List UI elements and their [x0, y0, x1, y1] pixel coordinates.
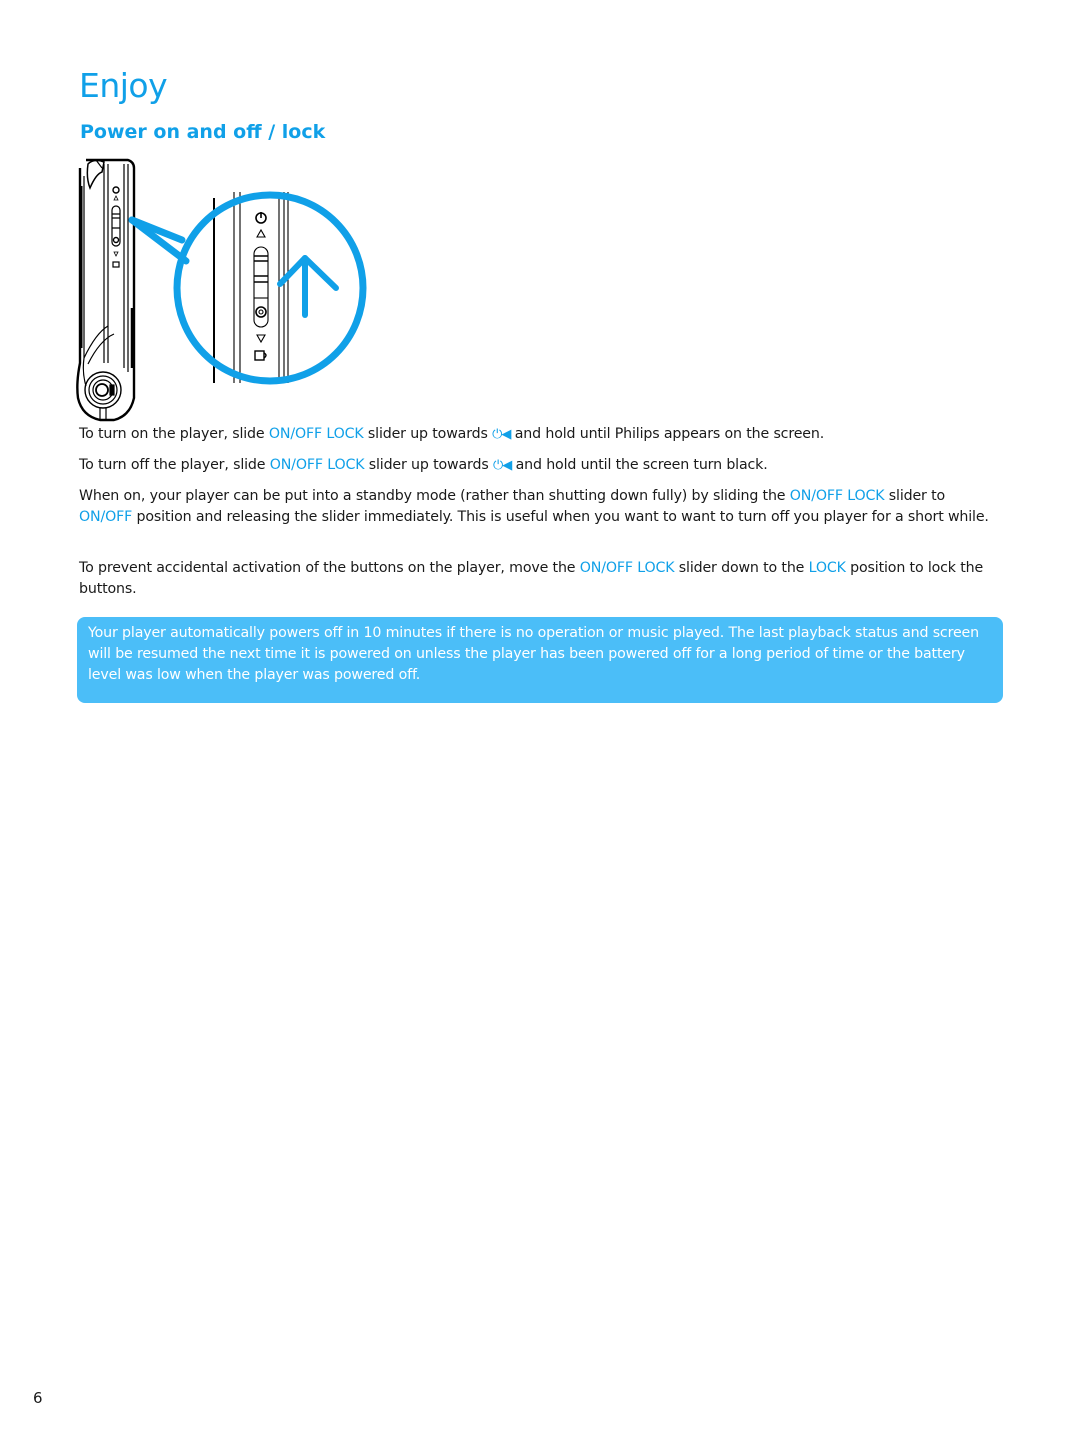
text: position and releasing the slider immedi…	[132, 509, 989, 525]
note-box: Your player automatically powers off in …	[77, 617, 1003, 703]
text: To turn off the player, slide	[79, 457, 270, 473]
text: and hold until the screen turn black.	[511, 457, 768, 473]
power-icon: ⏻◀	[492, 427, 511, 442]
magnifier-callout	[128, 191, 367, 385]
highlight-on-off-lock: ON/OFF LOCK	[789, 488, 885, 504]
highlight-lock: LOCK	[808, 560, 846, 576]
text: When on, your player can be put into a s…	[79, 488, 790, 504]
section-title: Power on and off / lock	[80, 121, 326, 143]
text: slider up towards	[364, 457, 493, 473]
paragraph-lock: To prevent accidental activation of the …	[79, 558, 999, 600]
player-illustration	[74, 158, 374, 423]
player-side-view	[76, 158, 136, 422]
power-icon: ⏻◀	[492, 458, 512, 473]
text: and hold until Philips appears on the sc…	[510, 426, 825, 442]
text: slider up towards	[363, 426, 493, 442]
paragraph-power-off: To turn off the player, slide ON/OFF LOC…	[79, 455, 999, 476]
highlight-on-off: ON/OFF	[79, 509, 133, 525]
page-title: Enjoy	[79, 66, 168, 105]
highlight-on-off-lock: ON/OFF LOCK	[269, 457, 365, 473]
text: To turn on the player, slide	[79, 426, 269, 442]
text: slider down to the	[674, 560, 809, 576]
note-text: Your player automatically powers off in …	[88, 625, 979, 683]
text: To prevent accidental activation of the …	[79, 560, 580, 576]
highlight-on-off-lock: ON/OFF LOCK	[268, 426, 364, 442]
paragraph-standby: When on, your player can be put into a s…	[79, 486, 999, 528]
paragraph-power-on: To turn on the player, slide ON/OFF LOCK…	[79, 424, 999, 445]
text: slider to	[884, 488, 946, 504]
highlight-on-off-lock: ON/OFF LOCK	[579, 560, 675, 576]
page-number: 6	[33, 1389, 43, 1407]
